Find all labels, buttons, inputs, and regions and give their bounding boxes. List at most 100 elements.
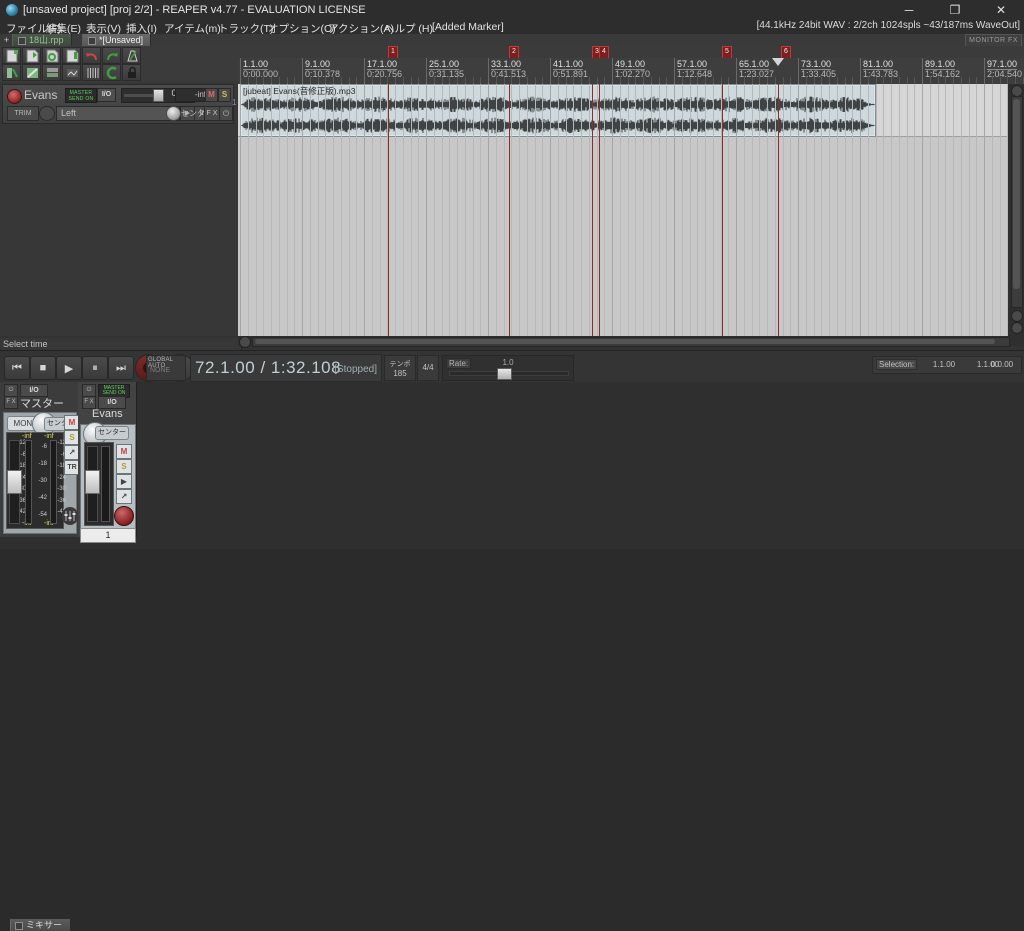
master-fader-thumb[interactable] bbox=[7, 470, 22, 494]
minimize-button[interactable]: ─ bbox=[886, 0, 932, 20]
track-solo-button[interactable]: S bbox=[218, 88, 231, 102]
ruler-subtick bbox=[418, 77, 420, 84]
save-project-icon[interactable] bbox=[42, 47, 61, 64]
vscroll-track[interactable] bbox=[1011, 96, 1023, 308]
vscroll-thumb[interactable] bbox=[1013, 99, 1020, 289]
mixer-icon[interactable] bbox=[42, 64, 61, 81]
grid-line bbox=[891, 84, 892, 336]
timeline-ruler[interactable]: 1.1.00 0:00.000 9.1.00 0:10.378 17.1.00 0:20.… bbox=[238, 58, 1024, 85]
time-signature-display[interactable]: 4/4 bbox=[417, 355, 439, 381]
automation-icon[interactable] bbox=[62, 64, 81, 81]
project-tab-2[interactable]: *[Unsaved] bbox=[82, 34, 152, 46]
new-project-icon[interactable] bbox=[2, 47, 21, 64]
grid-line bbox=[876, 84, 877, 336]
grid-line bbox=[953, 84, 954, 336]
vertical-scrollbar[interactable] bbox=[1008, 84, 1024, 336]
hscroll-thumb[interactable] bbox=[255, 339, 995, 344]
grid-line bbox=[713, 84, 714, 336]
track-panel-evans[interactable]: Evans MASTERSEND ON I/O 0.00 -inf M S TR… bbox=[2, 84, 234, 124]
close-button[interactable]: ✕ bbox=[978, 0, 1024, 20]
global-automation-mode[interactable]: GLOBAL AUTO NONE bbox=[146, 355, 186, 381]
mixer-strip-master[interactable]: ⏻ F X I/O マスター MONO センター -inf -inf -inf … bbox=[0, 382, 80, 537]
project-tab-2-label: *[Unsaved] bbox=[99, 35, 144, 45]
evans-fader-thumb[interactable] bbox=[85, 470, 100, 494]
track-pan-value[interactable]: -inf bbox=[175, 88, 209, 102]
tempo-display[interactable]: テンポ 185 bbox=[384, 355, 416, 381]
hscroll-left-button[interactable] bbox=[239, 336, 251, 348]
ruler-subtick bbox=[681, 77, 683, 84]
playback-position: 72.1.00 / 1:32.108 bbox=[195, 358, 342, 377]
vzoom-out-button[interactable] bbox=[1011, 310, 1023, 322]
menu-item-9[interactable]: [Added Marker] bbox=[432, 21, 504, 33]
stop-button[interactable]: ■ bbox=[30, 356, 56, 380]
play-button[interactable]: ▶ bbox=[56, 356, 82, 380]
open-project-icon[interactable] bbox=[22, 47, 41, 64]
ruler-subtick bbox=[596, 77, 598, 84]
maximize-button[interactable]: ❐ bbox=[932, 0, 978, 20]
grid-line bbox=[744, 84, 745, 336]
redo-icon[interactable] bbox=[102, 47, 121, 64]
track-fx-power-icon[interactable]: ⏻ bbox=[219, 106, 233, 121]
track-pan-knob[interactable] bbox=[166, 106, 181, 121]
grid-line bbox=[821, 84, 822, 336]
edit-cursor-handle[interactable] bbox=[772, 58, 784, 66]
evans-solo-button[interactable]: S bbox=[116, 459, 132, 474]
mixer-tab-icon bbox=[15, 921, 23, 930]
grid-line bbox=[628, 84, 629, 336]
master-meter-icon bbox=[62, 507, 78, 525]
hscroll-track[interactable] bbox=[252, 337, 1010, 347]
track-trim-button[interactable]: TRIM bbox=[7, 106, 39, 121]
envelope-icon[interactable] bbox=[2, 64, 21, 81]
master-send-indicator[interactable]: MASTER SEND ON bbox=[65, 88, 97, 103]
rate-slider-thumb[interactable] bbox=[497, 368, 512, 380]
track-io-button[interactable]: I/O bbox=[97, 88, 116, 102]
ruler-subtick bbox=[883, 77, 885, 84]
lock-icon[interactable] bbox=[122, 64, 141, 81]
horizontal-scrollbar[interactable] bbox=[238, 336, 1024, 348]
grid-line bbox=[845, 84, 846, 336]
grid-line bbox=[728, 84, 729, 336]
new-tab-button[interactable]: + bbox=[2, 35, 11, 45]
grid-line bbox=[759, 84, 760, 336]
time-display[interactable]: 72.1.00 / 1:32.108 [Stopped] bbox=[190, 354, 382, 382]
grid-line bbox=[852, 84, 853, 336]
mixer-strip-evans[interactable]: ⏻ F X MASTER SEND ON I/O Evans センター M S ▶… bbox=[78, 382, 137, 543]
rate-label[interactable]: Rate: bbox=[446, 358, 472, 369]
evans-monitor-button[interactable]: ▶ bbox=[116, 474, 132, 489]
grid-icon[interactable] bbox=[82, 64, 101, 81]
loop-icon[interactable] bbox=[102, 64, 121, 81]
evans-env-button[interactable]: ↗ bbox=[116, 489, 132, 504]
project-tab-1[interactable]: 18山.rpp bbox=[12, 34, 72, 46]
go-to-start-button[interactable]: ⏮ bbox=[4, 356, 30, 380]
track-fx-button[interactable]: F X bbox=[204, 106, 220, 121]
metronome-icon[interactable] bbox=[122, 47, 141, 64]
evans-name-label[interactable]: Evans bbox=[92, 408, 123, 420]
go-to-end-button[interactable]: ⏭ bbox=[108, 356, 134, 380]
track-name-label[interactable]: Evans bbox=[24, 88, 57, 102]
grid-line bbox=[473, 84, 474, 336]
evans-strip-number: 1 bbox=[80, 528, 136, 543]
arrange-view[interactable]: 123456 1.1.00 0:00.000 9.1.00 0:10.378 17.1.… bbox=[238, 46, 1024, 336]
grid-line bbox=[519, 84, 520, 336]
track-lane-area[interactable]: [jubeat] Evans(音修正版).mp3 bbox=[238, 84, 1024, 336]
undo-icon[interactable] bbox=[82, 47, 101, 64]
master-fx-button[interactable]: F X bbox=[4, 396, 18, 409]
ruler-subtick bbox=[720, 77, 722, 84]
route-icon[interactable] bbox=[39, 106, 55, 121]
rate-control[interactable]: 1.0 Rate: bbox=[442, 355, 574, 381]
vzoom-in-button[interactable] bbox=[1011, 322, 1023, 334]
ruler-subtick bbox=[821, 77, 823, 84]
track-input-select[interactable]: Left ▼ bbox=[56, 106, 180, 121]
ruler-subtick bbox=[511, 77, 513, 84]
selection-display[interactable]: Selection: 1.1.00 1.1.00 0.0.00 bbox=[872, 356, 1022, 374]
routing-icon[interactable] bbox=[22, 64, 41, 81]
save-as-icon[interactable] bbox=[62, 47, 81, 64]
ruler-subtick bbox=[968, 77, 970, 84]
mixer-tab[interactable]: ミキサー bbox=[10, 919, 72, 931]
track-mute-button[interactable]: M bbox=[205, 88, 218, 102]
evans-mute-button[interactable]: M bbox=[116, 444, 132, 459]
record-arm-icon[interactable] bbox=[7, 89, 22, 104]
grid-line bbox=[976, 84, 977, 336]
pause-button[interactable]: ⏸ bbox=[82, 356, 108, 380]
evans-record-arm-icon[interactable] bbox=[114, 506, 134, 526]
